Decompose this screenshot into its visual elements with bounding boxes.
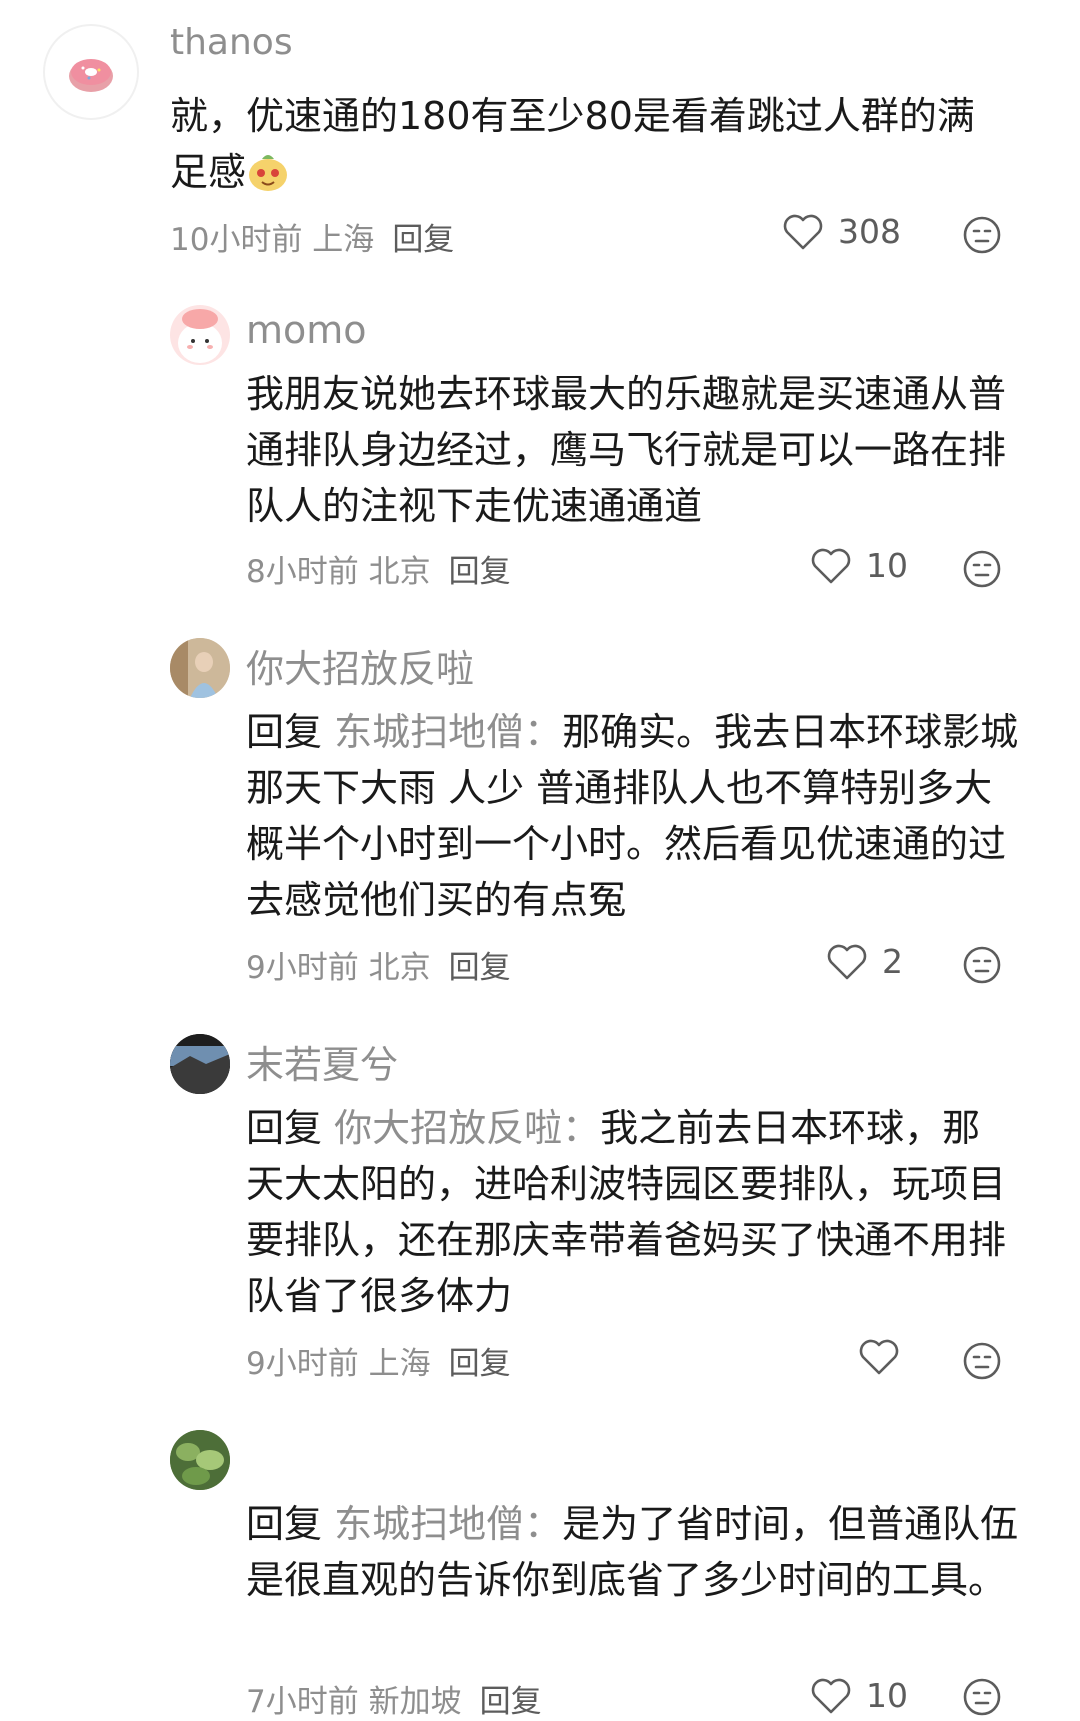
neutral-face-icon: [963, 1342, 1001, 1380]
reaction-button[interactable]: [962, 1677, 1002, 1717]
landscape-avatar-icon: [170, 1034, 230, 1094]
like-count: 2: [882, 942, 903, 981]
comment-meta: 10小时前 上海 回复: [170, 214, 454, 259]
photo-avatar-icon: [170, 638, 230, 698]
like-button[interactable]: 10: [810, 546, 908, 585]
reply-target-user[interactable]: 东城扫地僧：: [334, 710, 562, 754]
reply-button[interactable]: 回复: [449, 950, 511, 986]
heart-icon: [859, 1339, 899, 1375]
pink-cartoon-avatar-icon: [178, 309, 222, 363]
comment-text: 就，优速通的180有至少80是看着跳过人群的满足感: [170, 88, 1000, 200]
like-count: 308: [838, 212, 901, 251]
reply-target-user[interactable]: 你大招放反啦：: [334, 1106, 600, 1150]
heart-icon: [783, 214, 823, 249]
reaction-button[interactable]: [962, 215, 1002, 255]
comment-meta: 9小时前 上海 回复: [246, 1338, 511, 1383]
neutral-face-icon: [963, 216, 1001, 254]
heart-icon: [811, 1678, 851, 1713]
avatar[interactable]: [170, 638, 230, 698]
neutral-face-icon: [963, 946, 1001, 984]
heart-icon: [827, 944, 867, 979]
time-location: 9小时前 北京: [246, 950, 431, 986]
reply-button[interactable]: 回复: [392, 222, 454, 258]
neutral-face-icon: [963, 1678, 1001, 1716]
avatar[interactable]: [43, 24, 139, 120]
reply-prefix: 回复: [246, 710, 323, 754]
username[interactable]: momo: [246, 308, 367, 352]
time-location: 10小时前 上海: [170, 222, 375, 258]
time-location: 8小时前 北京: [246, 554, 431, 590]
reply-prefix: 回复: [246, 1502, 323, 1546]
comment-meta: 9小时前 北京 回复: [246, 942, 511, 987]
comment-text: 回复 你大招放反啦：我之前去日本环球，那天大太阳的，进哈利波特园区要排队，玩项目…: [246, 1100, 1016, 1324]
username[interactable]: thanos: [170, 22, 293, 63]
comment-meta: 7小时前 新加坡 回复: [246, 1676, 542, 1721]
reply-button[interactable]: 回复: [449, 554, 511, 590]
reaction-button[interactable]: [962, 549, 1002, 589]
plant-avatar-icon: [170, 1430, 230, 1490]
like-count: 10: [866, 546, 908, 585]
like-count: 10: [866, 1676, 908, 1715]
heart-icon: [811, 548, 851, 583]
time-location: 7小时前 新加坡: [246, 1684, 462, 1720]
comment-text: 我朋友说她去环球最大的乐趣就是买速通从普通排队身边经过，鹰马飞行就是可以一路在排…: [246, 372, 1007, 528]
like-button[interactable]: 10: [810, 1676, 908, 1715]
time-location: 9小时前 上海: [246, 1346, 431, 1382]
comment-text: 回复 东城扫地僧：是为了省时间，但普通队伍是很直观的告诉你到底省了多少时间的工具…: [246, 1496, 1026, 1608]
username[interactable]: 末若夏兮: [246, 1034, 398, 1089]
reply-button[interactable]: 回复: [449, 1346, 511, 1382]
reaction-button[interactable]: [962, 1341, 1002, 1381]
comment-meta: 8小时前 北京 回复: [246, 546, 511, 591]
reply-target-user[interactable]: 东城扫地僧：: [334, 1502, 562, 1546]
neutral-face-icon: [963, 550, 1001, 588]
reply-button[interactable]: 回复: [480, 1684, 542, 1720]
avatar[interactable]: [170, 1034, 230, 1094]
username[interactable]: 你大招放反啦: [246, 638, 474, 693]
like-button[interactable]: 2: [826, 942, 903, 981]
donut-avatar-icon: [69, 59, 113, 92]
like-button[interactable]: [858, 1338, 914, 1376]
smiling-face-emoji-icon: [246, 149, 290, 193]
comment-text: 回复 东城扫地僧：那确实。我去日本环球影城那天下大雨 人少 普通排队人也不算特别…: [246, 704, 1026, 928]
comment-text-content: 就，优速通的180有至少80是看着跳过人群的满足感: [170, 94, 975, 194]
reaction-button[interactable]: [962, 945, 1002, 985]
reply-prefix: 回复: [246, 1106, 323, 1150]
like-button[interactable]: 308: [782, 212, 901, 251]
avatar[interactable]: [170, 1430, 230, 1490]
avatar[interactable]: [170, 305, 230, 365]
